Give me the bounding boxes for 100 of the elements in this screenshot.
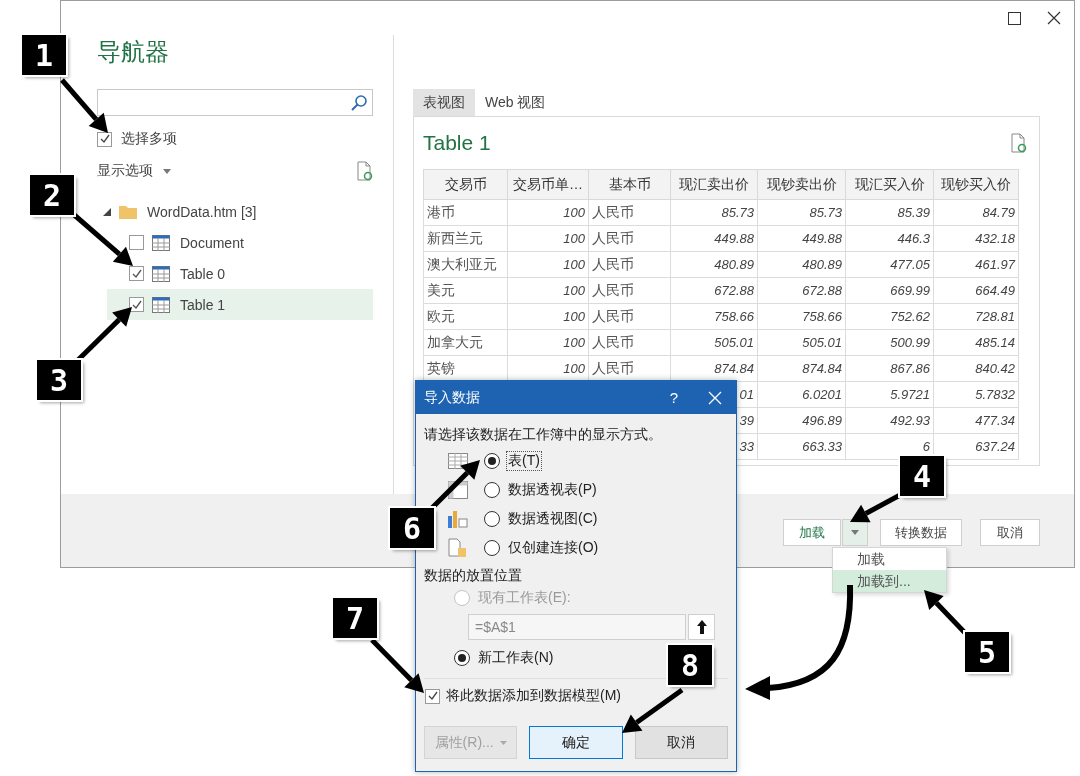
radio-button[interactable] <box>484 510 500 527</box>
table-cell: 100 <box>507 329 589 356</box>
checkbox[interactable] <box>129 266 144 281</box>
radio-button[interactable] <box>484 539 500 556</box>
table-cell: 446.3 <box>845 225 934 252</box>
callout-arrow <box>60 78 108 133</box>
table-cell: 100 <box>507 303 589 330</box>
table-icon <box>152 296 170 313</box>
help-button[interactable]: ? <box>669 389 678 406</box>
table-cell: 672.88 <box>757 277 846 304</box>
checkbox[interactable] <box>129 235 144 250</box>
table-cell: 874.84 <box>757 355 846 382</box>
radio-label: 仅创建连接(O) <box>507 537 600 557</box>
table-cell: 480.89 <box>757 251 846 278</box>
tab[interactable]: 表视图 <box>413 89 475 116</box>
table-cell: 100 <box>507 251 589 278</box>
checkbox[interactable] <box>97 131 112 147</box>
close-icon[interactable] <box>1047 11 1061 25</box>
table-cell: 758.66 <box>670 303 758 330</box>
document-icon <box>448 537 468 558</box>
table-cell: 752.62 <box>845 303 934 330</box>
caret-icon[interactable] <box>163 168 171 174</box>
radio-label: 表(T) <box>506 450 542 471</box>
table-cell: 6.0201 <box>757 381 846 408</box>
folder-icon <box>119 204 137 219</box>
checkbox[interactable] <box>425 688 440 704</box>
column-header[interactable]: 现钞卖出价 <box>757 169 846 200</box>
radio-button[interactable] <box>454 650 470 666</box>
table-cell: 664.49 <box>933 277 1019 304</box>
column-header[interactable]: 基本币 <box>588 169 671 200</box>
table-cell: 867.86 <box>845 355 934 382</box>
footer-button[interactable]: 取消 <box>980 519 1040 546</box>
bar-chart-icon <box>448 509 468 528</box>
callout-badge: 6 <box>390 508 434 548</box>
table-cell: 人民币 <box>588 277 671 304</box>
table-cell: 加拿大元 <box>423 329 508 356</box>
table-cell: 84.79 <box>933 199 1019 226</box>
column-header[interactable]: 交易币单… <box>507 169 589 200</box>
table-cell: 美元 <box>423 277 508 304</box>
radio-button[interactable] <box>484 452 500 469</box>
table-cell: 432.18 <box>933 225 1019 252</box>
table-cell: 758.66 <box>757 303 846 330</box>
table-icon <box>448 452 468 469</box>
tree-item[interactable]: Table 0 <box>107 258 373 289</box>
refresh-document-icon[interactable] <box>1011 133 1027 153</box>
radio-button[interactable] <box>484 481 500 498</box>
table-cell: 人民币 <box>588 303 671 330</box>
caret-icon <box>851 530 859 535</box>
table-cell: 新西兰元 <box>423 225 508 252</box>
table-cell: 人民币 <box>588 225 671 252</box>
tab[interactable]: Web 视图 <box>475 89 556 116</box>
table-cell: 669.99 <box>845 277 934 304</box>
maximize-icon[interactable] <box>1008 11 1021 25</box>
table-cell: 人民币 <box>588 329 671 356</box>
menu-item[interactable]: 加载到... <box>833 570 946 592</box>
table-cell: 663.33 <box>757 433 846 460</box>
table-cell: 449.88 <box>757 225 846 252</box>
table-cell: 85.73 <box>757 199 846 226</box>
section-heading: 数据的放置位置 <box>424 566 523 585</box>
prompt-text: 请选择该数据在工作簿中的显示方式。 <box>424 426 663 444</box>
table-cell: 100 <box>507 277 589 304</box>
column-header[interactable]: 现钞买入价 <box>933 169 1019 200</box>
checkbox-label: 选择多项 <box>121 130 177 148</box>
table-cell: 492.93 <box>845 407 934 434</box>
table-cell: 100 <box>507 199 589 226</box>
display-options-button[interactable]: 显示选项 <box>97 162 153 180</box>
refresh-document-icon[interactable] <box>357 161 373 181</box>
checkbox[interactable] <box>129 297 144 312</box>
dropdown-button[interactable] <box>842 519 868 546</box>
footer-button[interactable]: 转换数据 <box>880 519 962 546</box>
column-header[interactable]: 现汇卖出价 <box>670 169 758 200</box>
search-field[interactable] <box>97 89 373 116</box>
table-cell: 5.7832 <box>933 381 1019 408</box>
callout-arrow <box>370 638 424 693</box>
load-button[interactable]: 加载 <box>783 519 841 546</box>
menu-item[interactable]: 加载 <box>833 548 946 570</box>
range-select-button[interactable] <box>688 614 715 640</box>
table-cell: 人民币 <box>588 251 671 278</box>
table-cell: 人民币 <box>588 199 671 226</box>
column-header[interactable]: 交易币 <box>423 169 508 200</box>
dialog-button[interactable]: 取消 <box>634 726 728 759</box>
callout-badge: 8 <box>668 645 712 685</box>
radio-label: 新工作表(N) <box>477 648 555 667</box>
dialog-title: 导入数据 <box>424 388 480 407</box>
table-cell: 100 <box>507 225 589 252</box>
search-icon[interactable] <box>350 93 368 112</box>
table-cell: 477.34 <box>933 407 1019 434</box>
window-title: 导航器 <box>97 37 170 67</box>
callout-badge: 5 <box>965 632 1009 672</box>
expanded-icon[interactable] <box>103 207 111 216</box>
tree-item[interactable]: Table 1 <box>107 289 373 320</box>
callout-badge: 3 <box>37 360 81 400</box>
table-cell: 505.01 <box>757 329 846 356</box>
column-header[interactable]: 现汇买入价 <box>845 169 934 200</box>
up-arrow-icon <box>695 619 708 635</box>
tree-item[interactable]: Document <box>107 227 373 258</box>
callout-badge: 1 <box>22 35 66 75</box>
dialog-button[interactable]: 确定 <box>529 726 623 759</box>
tree-folder-item[interactable]: WordData.htm [3] <box>97 196 373 227</box>
callout-arrow <box>622 687 684 733</box>
